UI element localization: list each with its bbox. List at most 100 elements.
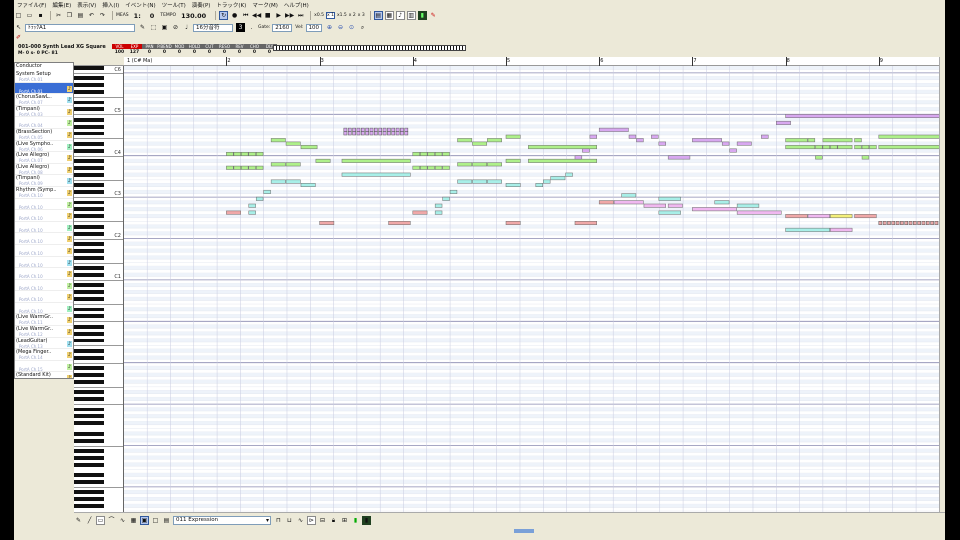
black-key[interactable]: [74, 324, 104, 329]
triplet-icon[interactable]: 3: [236, 23, 245, 32]
instrument-icon[interactable]: ♪: [67, 317, 72, 324]
event-icon[interactable]: ▤: [162, 516, 171, 525]
copy-icon[interactable]: ❐: [65, 11, 74, 20]
black-key[interactable]: [74, 283, 104, 288]
tool-f-icon[interactable]: ⊞: [340, 516, 349, 525]
track-item[interactable]: Rhythm (Symp.. PortA Ch.10 ♪: [15, 187, 73, 199]
gate-input[interactable]: 2160: [272, 23, 293, 32]
param-5[interactable]: HOLD 0: [187, 44, 202, 55]
pencil-tool-icon[interactable]: ✎: [138, 23, 147, 32]
instrument-icon[interactable]: ♪: [67, 143, 72, 150]
track-item[interactable]: (Mega Finger.. PortA Ch.14 ♪: [15, 349, 73, 361]
track-item[interactable]: PortA Ch.01 ♪: [15, 82, 73, 95]
menu-item-0[interactable]: ファイル(F): [14, 1, 49, 9]
black-key[interactable]: [74, 266, 104, 271]
menu-item-2[interactable]: 表示(V): [74, 1, 99, 9]
black-key[interactable]: [74, 214, 104, 219]
track-item[interactable]: (Live Sympho.. PortA Ch.06 ♪: [15, 141, 73, 153]
track-item[interactable]: (Live WarmGr.. PortA Ch.11 ♪: [15, 314, 73, 327]
black-key[interactable]: [74, 231, 104, 236]
track-item[interactable]: PortA Ch.10 ♪: [15, 257, 73, 269]
controller-select[interactable]: 011 Expression: [173, 516, 271, 525]
save-icon[interactable]: ▪: [36, 11, 45, 20]
black-key[interactable]: [74, 338, 104, 343]
param-2[interactable]: PAN 0: [142, 44, 157, 55]
dot-icon[interactable]: .: [247, 23, 256, 32]
track-item[interactable]: PortA Ch.10 ♪: [15, 222, 73, 234]
menu-item-9[interactable]: ヘルプ(H): [281, 1, 312, 9]
staff-view-icon[interactable]: ♪: [395, 11, 405, 20]
instrument-icon[interactable]: ♪: [67, 108, 72, 115]
param-3[interactable]: P.BEND 0: [157, 44, 172, 55]
blank-icon[interactable]: □: [151, 516, 160, 525]
curve-e-icon[interactable]: ⊟: [318, 516, 327, 525]
note-icon[interactable]: ♩: [182, 23, 191, 32]
note-length-select[interactable]: 16分音符: [193, 23, 233, 32]
piano-keyboard[interactable]: C7C6C5C4C3C2C1: [74, 66, 124, 512]
track-item[interactable]: (Timpani) PortA Ch.09 ♪: [15, 175, 73, 187]
fill-tool-icon[interactable]: ▦: [129, 516, 138, 525]
black-key[interactable]: [74, 407, 104, 412]
black-key[interactable]: [74, 200, 104, 205]
black-key[interactable]: [74, 348, 104, 353]
grid-toggle-icon[interactable]: ▣: [140, 516, 149, 525]
track-item[interactable]: PortA Ch.10 ♪: [15, 245, 73, 257]
menu-item-8[interactable]: マーク(M): [249, 1, 281, 9]
black-key[interactable]: [74, 414, 104, 419]
track-select[interactable]: ﾄﾗｯｸA1: [25, 23, 135, 32]
black-key[interactable]: [74, 166, 104, 170]
black-key[interactable]: [74, 448, 104, 453]
play-icon[interactable]: ▶: [274, 11, 283, 20]
track-item[interactable]: (Live Allegro) PortA Ch.08 ♪: [15, 164, 73, 176]
black-key[interactable]: [74, 273, 104, 277]
zoom-x1[interactable]: x 1: [325, 12, 335, 19]
arrow-icon[interactable]: ↖: [14, 23, 23, 32]
search-icon[interactable]: ⌕: [358, 23, 367, 32]
wave-tool-icon[interactable]: ∿: [118, 516, 127, 525]
instrument-icon[interactable]: ♪: [67, 305, 72, 312]
piano-roll-icon[interactable]: ▦: [384, 11, 394, 20]
rewind-start-icon[interactable]: ⏮: [241, 11, 250, 20]
black-key[interactable]: [74, 297, 104, 302]
black-key[interactable]: [74, 490, 104, 495]
black-key[interactable]: [74, 100, 104, 105]
param-1[interactable]: EXP 127: [127, 44, 142, 55]
instrument-icon[interactable]: ♪: [67, 155, 72, 162]
curve-c-icon[interactable]: ∿: [296, 516, 305, 525]
piano-roll-grid[interactable]: [124, 66, 939, 512]
instrument-icon[interactable]: ♪: [67, 352, 72, 359]
vertical-scrollbar[interactable]: [939, 57, 945, 512]
param-7[interactable]: RESO 0: [217, 44, 232, 55]
black-key[interactable]: [74, 190, 104, 195]
instrument-icon[interactable]: ♪: [67, 131, 72, 138]
black-key[interactable]: [74, 355, 104, 360]
track-item[interactable]: PortA Ch.10 ♪: [15, 280, 73, 292]
curve-d-icon[interactable]: ⊳: [307, 516, 316, 525]
black-key[interactable]: [74, 148, 104, 153]
mode-icon[interactable]: ✐: [14, 33, 23, 42]
zoom-in-icon[interactable]: ⊕: [325, 23, 334, 32]
rect-tool-icon[interactable]: ▭: [96, 516, 105, 525]
lock-icon[interactable]: 🔒︎: [329, 516, 338, 525]
zoom-x3[interactable]: x 3: [358, 13, 365, 18]
black-key[interactable]: [74, 473, 104, 478]
forward-icon[interactable]: ▶▶: [285, 11, 294, 20]
track-item[interactable]: System Setup PortA Ch.01: [15, 71, 73, 83]
loop-icon[interactable]: ↻: [219, 11, 229, 20]
conductor-track[interactable]: Conductor: [15, 63, 73, 71]
curve-b-icon[interactable]: ⊔: [285, 516, 294, 525]
level-icon[interactable]: ▮: [351, 516, 360, 525]
cut-icon[interactable]: ✂: [54, 11, 63, 20]
zoom-x2[interactable]: x 2: [349, 13, 356, 18]
black-key[interactable]: [74, 307, 104, 312]
black-key[interactable]: [74, 66, 104, 70]
instrument-icon[interactable]: ♪: [67, 178, 72, 185]
param-6[interactable]: CUT 0: [202, 44, 217, 55]
track-item[interactable]: (Timpani) PortA Ch.03 ♪: [15, 106, 73, 118]
black-key[interactable]: [74, 373, 104, 377]
black-key[interactable]: [74, 124, 104, 129]
black-key[interactable]: [74, 248, 104, 253]
instrument-icon[interactable]: ♪: [67, 363, 72, 370]
instrument-icon[interactable]: ♪: [67, 213, 72, 220]
black-key[interactable]: [74, 107, 104, 112]
